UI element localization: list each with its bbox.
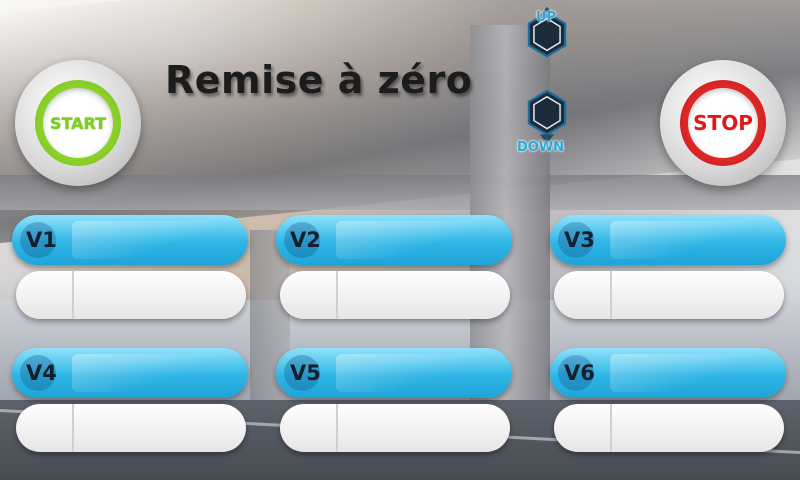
stop-button-label: STOP — [693, 111, 753, 135]
stop-button-ring: STOP — [680, 80, 766, 166]
stop-button[interactable]: STOP — [660, 60, 786, 186]
value-card-header[interactable]: V6 — [550, 348, 786, 398]
up-label: UP — [536, 10, 557, 25]
value-field-v1[interactable] — [16, 271, 246, 319]
value-card-v2: V2 — [276, 215, 512, 325]
value-card-label: V3 — [564, 228, 595, 252]
value-field-v5[interactable] — [280, 404, 510, 452]
value-card-header[interactable]: V5 — [276, 348, 512, 398]
value-card-header[interactable]: V3 — [550, 215, 786, 265]
value-field-v6[interactable] — [554, 404, 784, 452]
value-card-header[interactable]: V2 — [276, 215, 512, 265]
value-card-v1: V1 — [12, 215, 248, 325]
value-card-header[interactable]: V4 — [12, 348, 248, 398]
start-button-ring: START — [35, 80, 121, 166]
value-field-v2[interactable] — [280, 271, 510, 319]
start-button[interactable]: START — [15, 60, 141, 186]
value-card-label: V5 — [290, 361, 321, 385]
down-button[interactable] — [517, 88, 577, 146]
value-card-label: V1 — [26, 228, 57, 252]
value-field-v4[interactable] — [16, 404, 246, 452]
value-card-label: V2 — [290, 228, 321, 252]
value-card-label: V6 — [564, 361, 595, 385]
value-card-v6: V6 — [550, 348, 786, 458]
value-card-v5: V5 — [276, 348, 512, 458]
value-card-header[interactable]: V1 — [12, 215, 248, 265]
value-field-v3[interactable] — [554, 271, 784, 319]
down-label: DOWN — [517, 140, 565, 155]
value-card-label: V4 — [26, 361, 57, 385]
value-card-v3: V3 — [550, 215, 786, 325]
value-card-v4: V4 — [12, 348, 248, 458]
start-button-label: START — [49, 113, 107, 133]
page-title: Remise à zéro — [165, 58, 473, 102]
